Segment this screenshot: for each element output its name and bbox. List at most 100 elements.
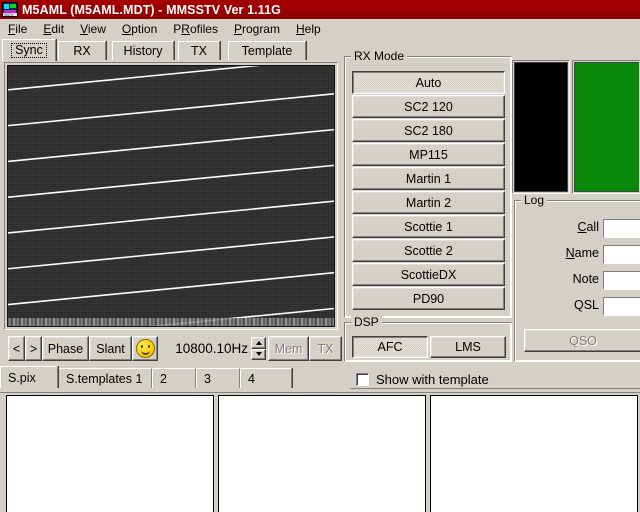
bottom-tab-2[interactable]: 2 — [152, 368, 196, 388]
divider — [350, 388, 640, 389]
title-bar[interactable]: SSTV M5AML (M5AML.MDT) - MMSSTV Ver 1.11… — [0, 0, 640, 19]
rx-mode-button-label: ScottieDX — [400, 267, 457, 282]
rx-mode-group-label: RX Mode — [351, 50, 408, 62]
rx-mode-group: RX Mode Auto SC2 120 SC2 180 MP115 Martin 1 M… — [344, 50, 512, 318]
log-label-note: Note — [572, 272, 599, 286]
thumbnail-pane-3[interactable] — [430, 395, 638, 512]
phase-button-label: Phase — [47, 341, 84, 356]
bottom-tab-3[interactable]: 3 — [196, 368, 240, 388]
thumbnail-pane-1[interactable] — [6, 395, 214, 512]
sync-bottom-band — [8, 318, 334, 326]
rx-mode-button-label: Martin 2 — [405, 195, 452, 210]
show-with-template-row[interactable]: Show with template — [356, 370, 556, 388]
rx-mode-button-auto[interactable]: Auto — [352, 71, 505, 94]
dsp-button-afc-label: AFC — [377, 340, 403, 354]
bottom-tab-label: 4 — [248, 371, 255, 386]
qso-button[interactable]: QSO — [524, 329, 640, 352]
dsp-group-label: DSP — [351, 316, 382, 328]
tab-label: TX — [191, 44, 207, 58]
rx-mode-button-label: PD90 — [412, 291, 445, 306]
slant-button-label: Slant — [96, 341, 125, 356]
mem-button[interactable]: Mem — [268, 336, 309, 361]
tx-preview-pane[interactable] — [572, 60, 640, 194]
slant-button[interactable]: Slant — [89, 336, 132, 361]
bottom-tab-s-templates-1[interactable]: S.templates 1 — [58, 368, 152, 388]
tab-label: RX — [73, 44, 91, 58]
rx-mode-button-scottie-1[interactable]: Scottie 1 — [352, 215, 505, 238]
tx-button-label: TX — [317, 341, 334, 356]
rx-mode-button-label: SC2 120 — [404, 99, 453, 114]
menu-item-file[interactable]: File — [0, 20, 35, 38]
menu-item-help[interactable]: Help — [288, 20, 329, 38]
tab-rx[interactable]: RX — [58, 41, 106, 60]
next-button[interactable]: > — [25, 336, 42, 361]
menu-item-program[interactable]: Program — [226, 20, 288, 38]
rx-mode-button-martin-1[interactable]: Martin 1 — [352, 167, 505, 190]
menu-item-edit[interactable]: Edit — [35, 20, 72, 38]
tab-label: Template — [241, 44, 293, 58]
log-input-name[interactable] — [603, 245, 640, 264]
rx-mode-button-pd90[interactable]: PD90 — [352, 287, 505, 310]
menu-item-option[interactable]: Option — [114, 20, 165, 38]
window-title: M5AML (M5AML.MDT) - MMSSTV Ver 1.11G — [22, 2, 281, 17]
bottom-tab-label: S.pix — [8, 370, 36, 385]
bottom-tab-label: 3 — [204, 371, 211, 386]
prev-button[interactable]: < — [8, 336, 25, 361]
rx-mode-button-mp115[interactable]: MP115 — [352, 143, 505, 166]
rx-mode-button-label: MP115 — [409, 147, 448, 162]
rx-mode-button-label: Martin 1 — [405, 171, 452, 186]
rx-mode-button-martin-2[interactable]: Martin 2 — [352, 191, 505, 214]
tab-tx[interactable]: TX — [178, 41, 220, 60]
frequency-spinner-up[interactable] — [251, 337, 266, 349]
tab-label: History — [123, 44, 163, 58]
dsp-button-lms[interactable]: LMS — [430, 336, 506, 358]
show-with-template-checkbox[interactable] — [356, 372, 369, 386]
tab-label: Sync — [11, 43, 47, 58]
smiley-face-icon — [135, 339, 155, 358]
rx-mode-button-scottie-2[interactable]: Scottie 2 — [352, 239, 505, 262]
log-group: Log Call Name Note QSL QSO — [514, 194, 640, 362]
tab-sync[interactable]: Sync — [2, 39, 56, 61]
bottom-tab-label: 2 — [160, 371, 167, 386]
dsp-button-lms-label: LMS — [455, 340, 481, 354]
rx-mode-button-scottiedx[interactable]: ScottieDX — [352, 263, 505, 286]
frequency-spinner[interactable] — [251, 337, 266, 360]
rx-mode-button-sc2-120[interactable]: SC2 120 — [352, 95, 505, 118]
dsp-group: DSP AFC LMS — [344, 316, 512, 362]
bottom-tab-s-pix[interactable]: S.pix — [0, 366, 58, 388]
log-label-call: Call — [577, 220, 599, 234]
tab-history[interactable]: History — [112, 41, 174, 60]
tx-button[interactable]: TX — [309, 336, 342, 361]
smiley-button[interactable] — [132, 336, 158, 361]
tab-template[interactable]: Template — [228, 41, 306, 60]
rx-mode-button-label: Scottie 2 — [404, 243, 453, 258]
frequency-display: 10800.10Hz — [175, 341, 248, 356]
mem-button-label: Mem — [274, 341, 303, 356]
sync-waterfall[interactable] — [7, 65, 335, 327]
rx-mode-button-label: Scottie 1 — [404, 219, 453, 234]
show-with-template-label: Show with template — [376, 371, 489, 387]
thumbnail-pane-2[interactable] — [218, 395, 426, 512]
frequency-spinner-down[interactable] — [251, 348, 266, 360]
menu-item-profiles[interactable]: PRofiles — [165, 20, 226, 38]
dsp-button-afc[interactable]: AFC — [352, 336, 428, 358]
menu-item-view[interactable]: View — [72, 20, 114, 38]
phase-button[interactable]: Phase — [42, 336, 89, 361]
menu-bar: File Edit View Option PRofiles Program H… — [0, 19, 640, 39]
qso-button-label: QSO — [569, 333, 597, 348]
main-tab-strip: Sync RX History TX Template — [2, 39, 638, 61]
rx-preview-pane[interactable] — [512, 60, 570, 194]
log-input-qsl[interactable] — [603, 297, 640, 316]
bottom-tab-label: S.templates 1 — [66, 371, 143, 386]
mmsstv-window: SSTV M5AML (M5AML.MDT) - MMSSTV Ver 1.11… — [0, 0, 640, 512]
sync-display-frame — [4, 62, 338, 330]
bottom-tab-4[interactable]: 4 — [240, 368, 292, 388]
log-input-note[interactable] — [603, 271, 640, 290]
rx-mode-button-label: SC2 180 — [404, 123, 453, 138]
sync-control-bar: < > Phase Slant 10800.10Hz Mem TX — [4, 336, 342, 361]
log-input-call[interactable] — [603, 219, 640, 238]
sstv-logo-text: SSTV — [4, 12, 14, 17]
sync-lines — [8, 66, 334, 326]
log-label-qsl: QSL — [573, 298, 599, 312]
rx-mode-button-sc2-180[interactable]: SC2 180 — [352, 119, 505, 142]
